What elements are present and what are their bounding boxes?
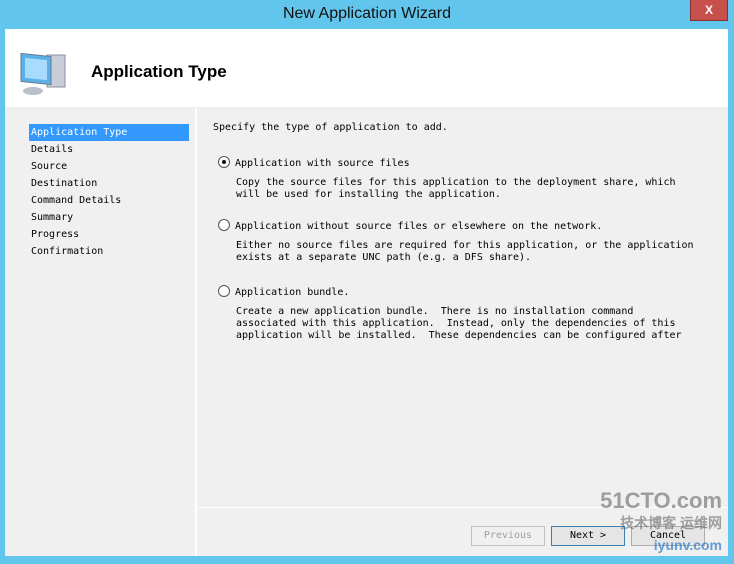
window-title: New Application Wizard	[282, 5, 452, 22]
option-description: Create a new application bundle. There i…	[236, 306, 682, 341]
nav-step-progress[interactable]: Progress	[29, 226, 189, 243]
nav-step-confirmation[interactable]: Confirmation	[29, 243, 189, 260]
wizard-client: Application Type Application Type Detail…	[5, 29, 728, 556]
nav-step-summary[interactable]: Summary	[29, 209, 189, 226]
radio-without-source-files[interactable]	[218, 219, 230, 231]
option-label: Application with source files	[235, 158, 410, 169]
option-description: Copy the source files for this applicati…	[236, 177, 676, 200]
watermark-line: iyunv.com	[653, 537, 722, 553]
watermark: 51CTO.com 技术博客 运维网 iyunv.com	[600, 490, 722, 556]
radio-application-bundle[interactable]	[218, 285, 230, 297]
previous-button[interactable]: Previous	[471, 526, 545, 546]
watermark-line: 技术博客 运维网	[620, 515, 722, 531]
nav-step-application-type[interactable]: Application Type	[29, 124, 189, 141]
page-title: Application Type	[91, 62, 227, 81]
radio-with-source-files[interactable]	[218, 156, 230, 168]
option-description: Either no source files are required for …	[236, 240, 694, 263]
computer-icon	[20, 52, 66, 95]
option-application-bundle[interactable]: Application bundle. Create a new applica…	[218, 285, 682, 342]
wizard-header: Application Type	[5, 29, 728, 107]
close-button[interactable]: X	[690, 0, 728, 21]
nav-step-details[interactable]: Details	[29, 141, 189, 158]
nav-step-source[interactable]: Source	[29, 158, 189, 175]
option-with-source-files[interactable]: Application with source files Copy the s…	[218, 156, 676, 201]
intro-text: Specify the type of application to add.	[213, 122, 448, 133]
option-without-source-files[interactable]: Application without source files or else…	[218, 219, 694, 264]
nav-step-destination[interactable]: Destination	[29, 175, 189, 192]
option-label: Application bundle.	[235, 287, 350, 298]
option-label: Application without source files or else…	[235, 221, 603, 232]
step-navigation: Application Type Details Source Destinat…	[5, 109, 197, 556]
nav-step-command-details[interactable]: Command Details	[29, 192, 189, 209]
watermark-line: 51CTO.com	[600, 488, 722, 513]
